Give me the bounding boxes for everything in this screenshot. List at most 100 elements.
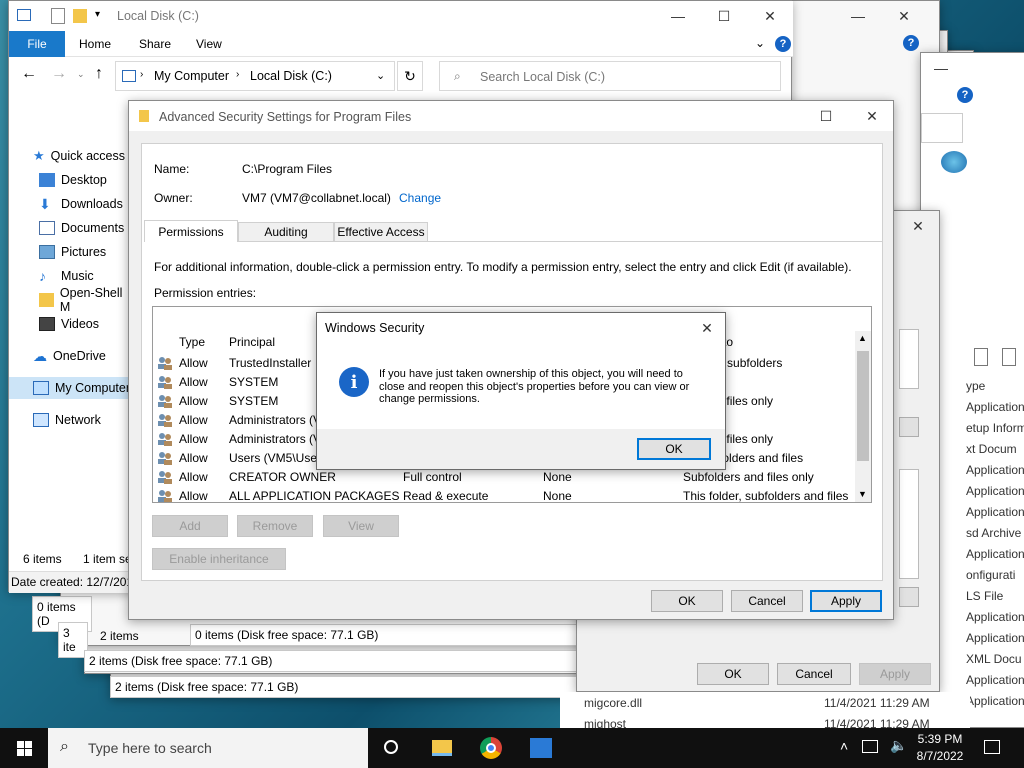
nav-desktop[interactable]: Desktop bbox=[39, 169, 107, 191]
notifications-icon[interactable] bbox=[984, 740, 1000, 754]
file-explorer-taskbar-icon[interactable] bbox=[432, 740, 452, 756]
breadcrumb-local-disk[interactable]: Local Disk (C:) bbox=[250, 69, 332, 83]
search-icon: ⌕ bbox=[454, 69, 461, 83]
enable-inheritance-button[interactable]: Enable inheritance bbox=[152, 548, 286, 570]
nav-label: OneDrive bbox=[53, 349, 106, 363]
app-taskbar-icon[interactable] bbox=[530, 738, 552, 758]
nav-downloads[interactable]: ⬇ Downloads bbox=[39, 193, 123, 215]
apply-button[interactable]: Apply bbox=[810, 590, 882, 612]
scroll-down-icon[interactable]: ▼ bbox=[858, 489, 867, 499]
search-box[interactable]: ⌕ Search Local Disk (C:) bbox=[439, 61, 781, 91]
ribbon-expand-icon[interactable]: ⌄ bbox=[755, 36, 765, 50]
clock-time[interactable]: 5:39 PM bbox=[916, 732, 964, 746]
ribbon-tab-file[interactable]: File bbox=[9, 31, 65, 57]
title-bar: Advanced Security Settings for Program F… bbox=[129, 101, 893, 131]
forward-icon[interactable]: → bbox=[51, 65, 67, 83]
new-folder-qa-icon[interactable] bbox=[73, 9, 87, 23]
permission-row[interactable]: Allow ALL APPLICATION PACKAGES Read & exec… bbox=[153, 487, 871, 502]
close-icon[interactable]: ✕ bbox=[747, 1, 793, 31]
maximize-icon[interactable]: ☐ bbox=[701, 1, 747, 31]
col-header-type[interactable]: Type bbox=[179, 335, 205, 349]
nav-documents[interactable]: Documents bbox=[39, 217, 124, 239]
close-icon[interactable]: ✕ bbox=[895, 211, 941, 241]
breadcrumb-my-computer[interactable]: My Computer bbox=[154, 69, 229, 83]
minimize-icon[interactable]: — bbox=[921, 53, 961, 83]
up-icon[interactable]: ↑ bbox=[95, 65, 103, 83]
col-header-principal[interactable]: Principal bbox=[229, 335, 275, 349]
videos-icon bbox=[39, 317, 55, 331]
properties-list bbox=[899, 329, 919, 389]
ok-button[interactable]: OK bbox=[651, 590, 723, 612]
file-date: 11/4/2021 11:29 AM bbox=[824, 717, 930, 728]
list-scrollbar[interactable]: ▲ ▼ bbox=[855, 331, 871, 502]
cell-principal: CREATOR OWNER bbox=[229, 470, 336, 484]
scroll-thumb[interactable] bbox=[857, 351, 869, 461]
tray-chevron-icon[interactable]: ˄ bbox=[840, 738, 848, 754]
close-icon[interactable]: ✕ bbox=[849, 101, 895, 131]
ribbon-tab-share[interactable]: Share bbox=[139, 37, 171, 51]
minimize-icon[interactable]: — bbox=[655, 1, 701, 31]
status-item-count: 6 items bbox=[23, 552, 62, 566]
address-dropdown-icon[interactable]: ⌄ bbox=[376, 69, 385, 82]
tab-auditing[interactable]: Auditing bbox=[238, 222, 334, 242]
scroll-up-icon[interactable]: ▲ bbox=[858, 333, 867, 343]
cell-access: Full control bbox=[403, 470, 462, 484]
pictures-icon bbox=[39, 245, 55, 259]
ribbon-tab-view[interactable]: View bbox=[196, 37, 222, 51]
remove-button[interactable]: Remove bbox=[237, 515, 313, 537]
help-icon[interactable]: ? bbox=[957, 87, 973, 103]
help-icon[interactable]: ? bbox=[775, 36, 791, 52]
properties-qa-icon[interactable] bbox=[51, 8, 65, 24]
maximize-icon[interactable]: ☐ bbox=[803, 101, 849, 131]
ribbon: File Home Share View ⌄ ? bbox=[9, 31, 793, 57]
file-type-cell: etup Inform bbox=[966, 421, 1024, 435]
msg-ok-button[interactable]: OK bbox=[637, 438, 711, 460]
properties-scroll[interactable] bbox=[899, 469, 919, 579]
cancel-button[interactable]: Cancel bbox=[731, 590, 803, 612]
nav-open-shell[interactable]: Open-Shell M bbox=[39, 286, 131, 314]
nav-pictures[interactable]: Pictures bbox=[39, 241, 106, 263]
nav-network[interactable]: Network bbox=[33, 409, 101, 431]
minimize-icon[interactable]: — bbox=[835, 1, 881, 31]
properties-ok-button[interactable]: OK bbox=[697, 663, 769, 685]
help-icon[interactable]: ? bbox=[903, 35, 919, 51]
file-type-cell: Application bbox=[966, 463, 1024, 477]
view-button[interactable]: View bbox=[323, 515, 399, 537]
change-owner-link[interactable]: Change bbox=[399, 191, 441, 205]
properties-apply-button[interactable]: Apply bbox=[859, 663, 931, 685]
task-view-icon[interactable] bbox=[384, 740, 398, 754]
file-name[interactable]: mighost bbox=[584, 717, 626, 728]
clock-date[interactable]: 8/7/2022 bbox=[912, 749, 968, 763]
file-type-cell: xt Docum bbox=[966, 442, 1017, 456]
nav-music[interactable]: ♪ Music bbox=[39, 265, 94, 287]
nav-videos[interactable]: Videos bbox=[39, 313, 99, 335]
refresh-icon[interactable]: ↻ bbox=[397, 61, 423, 91]
network-tray-icon[interactable] bbox=[862, 740, 878, 753]
add-button[interactable]: Add bbox=[152, 515, 228, 537]
address-bar[interactable]: › My Computer › Local Disk (C:) ⌄ bbox=[115, 61, 395, 91]
taskbar-search[interactable]: ⌕ Type here to search bbox=[48, 728, 368, 768]
nav-quick-access[interactable]: ★ Quick access bbox=[33, 145, 125, 167]
close-icon[interactable]: ✕ bbox=[689, 313, 725, 343]
nav-onedrive[interactable]: ☁ OneDrive bbox=[33, 345, 106, 367]
right-search-box[interactable] bbox=[921, 113, 963, 143]
start-button[interactable] bbox=[0, 728, 48, 768]
tab-effective-access[interactable]: Effective Access bbox=[334, 222, 428, 242]
qa-dropdown-icon[interactable]: ▾ bbox=[95, 9, 100, 20]
nav-my-computer[interactable]: My Computer bbox=[9, 377, 131, 399]
nav-label: Desktop bbox=[61, 173, 107, 187]
file-name[interactable]: migcore.dll bbox=[584, 696, 642, 710]
tab-permissions[interactable]: Permissions bbox=[144, 220, 238, 242]
permission-row[interactable]: Allow CREATOR OWNER Full control None Subfol… bbox=[153, 468, 871, 487]
chrome-taskbar-icon[interactable] bbox=[480, 737, 502, 759]
file-type-cell: Application bbox=[966, 484, 1024, 498]
volume-icon[interactable]: 🔈 bbox=[890, 737, 907, 754]
properties-cancel-button[interactable]: Cancel bbox=[777, 663, 851, 685]
back-icon[interactable]: ← bbox=[21, 65, 37, 83]
close-icon[interactable]: ✕ bbox=[881, 1, 927, 31]
ribbon-tab-home[interactable]: Home bbox=[79, 37, 111, 51]
properties-btn-small[interactable] bbox=[899, 587, 919, 607]
recent-dropdown-icon[interactable]: ⌄ bbox=[77, 69, 85, 80]
download-icon: ⬇ bbox=[39, 195, 51, 212]
nav-pane: ★ Quick access Desktop ⬇ Downloads Documen… bbox=[9, 99, 131, 549]
